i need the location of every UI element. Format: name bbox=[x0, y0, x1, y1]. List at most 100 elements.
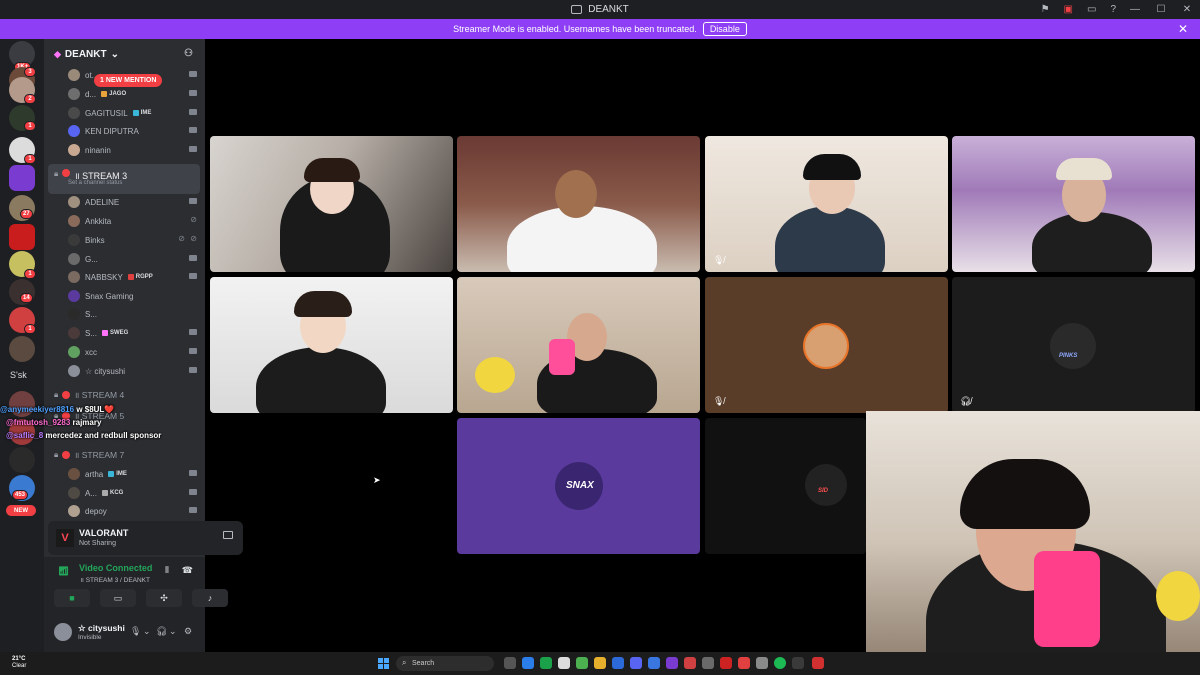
weather-widget[interactable]: 21°C Clear bbox=[12, 656, 26, 670]
app-icon[interactable] bbox=[738, 657, 750, 669]
voice-member[interactable]: Ankkita ⊘ bbox=[68, 212, 205, 230]
app-icon[interactable] bbox=[666, 657, 678, 669]
calendar-icon[interactable] bbox=[558, 657, 570, 669]
voice-status: Video Connected bbox=[79, 563, 153, 573]
app-icon[interactable] bbox=[812, 657, 824, 669]
screen-share-button[interactable]: ▭ bbox=[100, 589, 136, 607]
task-view-icon[interactable] bbox=[504, 657, 516, 669]
voice-channel-path[interactable]: ॥ STREAM 3 / DEANKT bbox=[80, 575, 150, 584]
app-icon[interactable] bbox=[648, 657, 660, 669]
voice-member[interactable]: S... bbox=[68, 305, 205, 323]
inbox-icon[interactable]: ▭ bbox=[1087, 4, 1096, 15]
settings-gear-icon[interactable]: ⚙ bbox=[184, 626, 192, 637]
app-icon[interactable] bbox=[756, 657, 768, 669]
video-tile[interactable]: SID bbox=[705, 418, 866, 554]
settings-icon[interactable] bbox=[702, 657, 714, 669]
video-tile[interactable]: 🎙︎̸ bbox=[705, 277, 948, 413]
voice-member[interactable]: A... KCG bbox=[68, 484, 205, 502]
store-icon[interactable] bbox=[612, 657, 624, 669]
channel-status[interactable]: Set a channel status bbox=[68, 180, 122, 186]
voice-member[interactable]: G... bbox=[68, 250, 205, 268]
voice-member[interactable]: Snax Gaming bbox=[68, 287, 205, 305]
activities-button[interactable]: ✣ bbox=[146, 589, 182, 607]
voice-channel-stream-3[interactable]: 🔒︎ ॥ STREAM 3 Set a channel status bbox=[48, 164, 200, 194]
voice-channel-stream-7[interactable]: 🔒︎ ॥ STREAM 7 bbox=[48, 443, 200, 467]
participant-avatar bbox=[805, 464, 847, 506]
invite-icon[interactable]: ⚇ bbox=[184, 48, 193, 59]
voice-member[interactable]: ADELINE bbox=[68, 193, 205, 211]
streamer-mode-banner: Streamer Mode is enabled. Usernames have… bbox=[0, 19, 1200, 39]
app-icon[interactable] bbox=[684, 657, 696, 669]
voice-member[interactable]: d... JAGO bbox=[68, 85, 205, 103]
server-label[interactable]: S'sk bbox=[10, 370, 27, 380]
flag-icon[interactable]: ⚑ bbox=[1041, 4, 1050, 15]
member-tag: KCG bbox=[102, 490, 123, 496]
avatar[interactable] bbox=[54, 623, 72, 641]
voice-member[interactable]: S... SWEG bbox=[68, 324, 205, 342]
voice-member[interactable]: KEN DIPUTRA bbox=[68, 122, 205, 140]
file-explorer-icon[interactable] bbox=[594, 657, 606, 669]
video-tile[interactable] bbox=[457, 277, 700, 413]
video-tile[interactable] bbox=[210, 136, 453, 272]
server-header[interactable]: ◆ DEANKT ⌄ ⚇ bbox=[44, 39, 205, 69]
voice-member[interactable]: depoy bbox=[68, 502, 205, 520]
video-tile[interactable]: PINKS 🎧︎̸ bbox=[952, 277, 1195, 413]
close-button[interactable]: ✕ bbox=[1174, 0, 1200, 19]
widgets-icon[interactable] bbox=[522, 657, 534, 669]
app-icon[interactable] bbox=[720, 657, 732, 669]
server-icon[interactable] bbox=[9, 447, 35, 473]
video-tile[interactable] bbox=[952, 136, 1195, 272]
avatar bbox=[68, 468, 80, 480]
avatar bbox=[68, 196, 80, 208]
monitor-icon[interactable]: ▣ bbox=[1064, 4, 1073, 15]
voice-member[interactable]: artha IME bbox=[68, 465, 205, 483]
voice-member[interactable]: NABBSKY RGPP bbox=[68, 268, 205, 286]
voice-member[interactable]: ninanin bbox=[68, 141, 205, 159]
server-icon[interactable] bbox=[9, 336, 35, 362]
chrome-icon[interactable] bbox=[576, 657, 588, 669]
noise-suppression-icon[interactable]: ⦀ bbox=[165, 565, 169, 576]
pink-phone bbox=[1034, 551, 1100, 647]
headphones-icon[interactable]: 🎧︎ bbox=[156, 626, 167, 637]
muted-icon: ⊘ bbox=[178, 234, 185, 243]
chevron-down-icon[interactable]: ⌄ bbox=[143, 626, 151, 637]
chevron-down-icon[interactable]: ⌄ bbox=[169, 626, 177, 637]
minimize-button[interactable]: — bbox=[1122, 0, 1148, 19]
video-tile[interactable] bbox=[457, 136, 700, 272]
microphone-icon[interactable]: 🎙︎ bbox=[130, 626, 141, 637]
spotify-icon[interactable] bbox=[774, 657, 786, 669]
video-tile[interactable] bbox=[210, 277, 453, 413]
member-name: d... bbox=[85, 89, 97, 99]
voice-member[interactable]: ☆ citysushi bbox=[68, 362, 205, 380]
share-screen-icon[interactable] bbox=[223, 531, 233, 539]
close-banner-icon[interactable]: ✕ bbox=[1178, 22, 1188, 36]
windows-taskbar: 21°C Clear ⌕ Search bbox=[0, 652, 1200, 675]
soundboard-button[interactable]: ♪ bbox=[192, 589, 228, 607]
live-icon bbox=[62, 169, 71, 177]
participant-hair bbox=[1056, 158, 1112, 180]
camera-icon bbox=[189, 348, 197, 354]
taskbar-search[interactable]: ⌕ Search bbox=[396, 656, 494, 671]
member-tag-text: IME bbox=[116, 471, 127, 477]
camera-button[interactable]: ■ bbox=[54, 589, 90, 607]
app-icon[interactable] bbox=[792, 657, 804, 669]
server-icon[interactable] bbox=[9, 165, 35, 191]
voice-member[interactable]: xcc bbox=[68, 343, 205, 361]
edge-icon[interactable] bbox=[540, 657, 552, 669]
help-icon[interactable]: ? bbox=[1110, 4, 1116, 15]
camera-icon bbox=[189, 470, 197, 476]
maximize-button[interactable]: ☐ bbox=[1148, 0, 1174, 19]
windows-start-icon[interactable] bbox=[378, 658, 389, 669]
camera-icon bbox=[189, 71, 197, 77]
chat-overlay-line: @anymeekiyer8816 w $8UL❤️ bbox=[0, 405, 114, 414]
voice-member[interactable]: GAGITUSIL IME bbox=[68, 104, 205, 122]
video-tile[interactable]: SNAX bbox=[457, 418, 700, 554]
server-badge: 3 bbox=[24, 67, 36, 77]
server-icon[interactable] bbox=[9, 224, 35, 250]
voice-member[interactable]: Binks ⊘ ⊘ bbox=[68, 231, 205, 249]
video-tile[interactable]: 🎙︎̸ bbox=[705, 136, 948, 272]
disable-streamer-mode-button[interactable]: Disable bbox=[702, 22, 747, 36]
disconnect-icon[interactable]: ☎ bbox=[182, 565, 193, 576]
member-tag-text: SWEG bbox=[110, 330, 129, 336]
discord-icon[interactable] bbox=[630, 657, 642, 669]
